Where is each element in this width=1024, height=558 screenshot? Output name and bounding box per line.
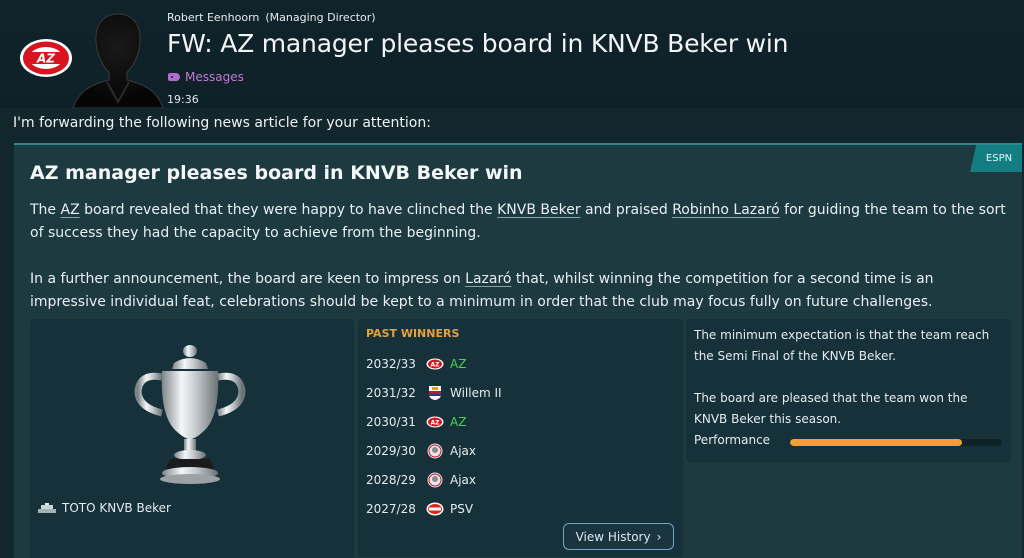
expectation-line: The minimum expectation is that the team… bbox=[694, 328, 990, 363]
winner-club: AZ bbox=[450, 357, 467, 371]
text-run: and praised bbox=[580, 202, 673, 218]
winner-row[interactable]: 2027/28 PSV bbox=[366, 499, 473, 519]
article-title: AZ manager pleases board in KNVB Beker w… bbox=[30, 162, 523, 184]
winner-club: Ajax bbox=[450, 473, 476, 487]
competition-icon bbox=[38, 503, 56, 513]
person-silhouette-icon bbox=[72, 13, 164, 108]
svg-text:AZ: AZ bbox=[431, 420, 441, 427]
category-label: Messages bbox=[185, 70, 244, 84]
trophy-cup-icon bbox=[134, 345, 246, 484]
competition-name: TOTO KNVB Beker bbox=[62, 501, 171, 515]
view-history-button[interactable]: View History › bbox=[563, 523, 674, 550]
season: 2029/30 bbox=[366, 444, 416, 458]
message-header: AZ Robert Eenhoorn (Managing Director) FW… bbox=[0, 0, 1024, 108]
view-history-label: View History bbox=[575, 529, 651, 544]
competition-link[interactable]: KNVB Beker bbox=[497, 202, 580, 218]
trophy-panel: TOTO KNVB Beker bbox=[30, 319, 354, 558]
sender-info: Robert Eenhoorn (Managing Director) bbox=[167, 11, 376, 24]
past-winners-panel: PAST WINNERS 2032/33 AZ AZ 2031/32 Wille… bbox=[358, 319, 683, 557]
psv-badge-icon bbox=[426, 502, 444, 516]
season: 2032/33 bbox=[366, 357, 416, 371]
season: 2027/28 bbox=[366, 502, 416, 516]
manager-link[interactable]: Robinho Lazaró bbox=[672, 202, 780, 218]
season: 2031/32 bbox=[366, 386, 416, 400]
source-badge: ESPN bbox=[970, 145, 1022, 172]
article-body: The AZ board revealed that they were hap… bbox=[30, 199, 1010, 337]
svg-text:AZ: AZ bbox=[431, 362, 441, 369]
article-paragraph: The AZ board revealed that they were hap… bbox=[30, 199, 1010, 245]
az-club-logo: AZ bbox=[20, 39, 72, 77]
chevron-right-icon: › bbox=[656, 529, 662, 544]
text-run: The bbox=[30, 202, 61, 218]
winner-club: AZ bbox=[450, 415, 467, 429]
winner-club: Willem II bbox=[450, 386, 502, 400]
performance-label: Performance bbox=[694, 433, 771, 447]
winner-row[interactable]: 2030/31 AZ AZ bbox=[366, 412, 466, 432]
performance-bar-fill bbox=[790, 439, 962, 446]
winner-row[interactable]: 2028/29 Ajax bbox=[366, 470, 476, 490]
tag-icon bbox=[168, 73, 180, 81]
article-paragraph: In a further announcement, the board are… bbox=[30, 268, 1010, 314]
season: 2030/31 bbox=[366, 415, 416, 429]
winner-row[interactable]: 2029/30 Ajax bbox=[366, 441, 476, 461]
manager-link[interactable]: Lazaró bbox=[465, 271, 511, 287]
winner-club: Ajax bbox=[450, 444, 476, 458]
winner-club: PSV bbox=[450, 502, 474, 516]
season: 2028/29 bbox=[366, 473, 416, 487]
past-winners-heading: PAST WINNERS bbox=[366, 327, 460, 340]
news-article-card: ESPN AZ manager pleases board in KNVB Be… bbox=[14, 143, 1022, 558]
expectation-text: The minimum expectation is that the team… bbox=[694, 325, 1004, 430]
svg-text:AZ: AZ bbox=[36, 52, 55, 66]
club-link[interactable]: AZ bbox=[61, 202, 80, 218]
ajax-badge-icon bbox=[426, 472, 444, 488]
category-tag[interactable]: Messages bbox=[168, 70, 244, 84]
az-badge-icon: AZ bbox=[426, 357, 444, 371]
text-run: In a further announcement, the board are… bbox=[30, 271, 466, 287]
winner-row[interactable]: 2032/33 AZ AZ bbox=[366, 354, 466, 374]
message-subject: FW: AZ manager pleases board in KNVB Bek… bbox=[167, 29, 789, 58]
sender-name[interactable]: Robert Eenhoorn bbox=[167, 11, 259, 24]
ajax-badge-icon bbox=[426, 443, 444, 459]
expectation-line: The board are pleased that the team won … bbox=[694, 391, 968, 426]
willem-ii-badge-icon bbox=[426, 386, 444, 400]
sender-role: (Managing Director) bbox=[265, 11, 376, 24]
text-run: board revealed that they were happy to h… bbox=[79, 202, 498, 218]
performance-bar bbox=[790, 439, 1002, 446]
az-badge-icon: AZ bbox=[426, 415, 444, 429]
message-time: 19:36 bbox=[167, 93, 199, 106]
winner-row[interactable]: 2031/32 Willem II bbox=[366, 383, 502, 403]
board-expectation-panel: The minimum expectation is that the team… bbox=[686, 319, 1011, 462]
competition-label[interactable]: TOTO KNVB Beker bbox=[38, 501, 171, 515]
intro-text: I'm forwarding the following news articl… bbox=[13, 115, 431, 131]
